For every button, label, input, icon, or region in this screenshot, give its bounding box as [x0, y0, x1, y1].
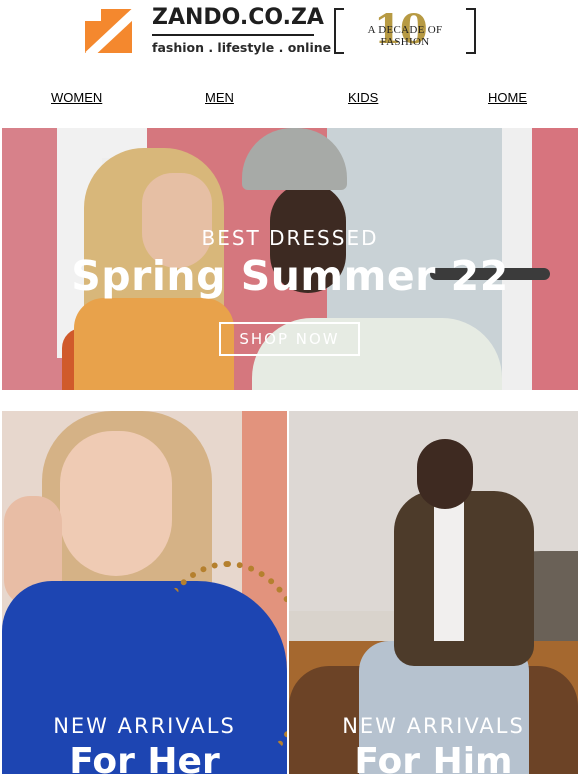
- email-header: ZANDO.CO.ZA fashion . lifestyle . online…: [0, 0, 580, 70]
- nav-item-kids[interactable]: KIDS: [348, 90, 378, 105]
- new-arrivals-her-tile[interactable]: NEW ARRIVALS For Her: [2, 411, 287, 774]
- hero-banner[interactable]: BEST DRESSED Spring Summer 22 SHOP NOW: [2, 128, 578, 390]
- badge-bracket-right: [466, 8, 476, 54]
- shop-now-button[interactable]: SHOP NOW: [219, 322, 360, 356]
- model-woman-top: [74, 298, 234, 390]
- category-nav: WOMEN MEN KIDS HOME: [0, 90, 580, 108]
- model-him-shirt: [434, 501, 464, 641]
- nav-item-home[interactable]: HOME: [488, 90, 527, 105]
- decade-of-fashion-badge: 10 A DECADE OF FASHION: [334, 6, 476, 54]
- brand-name[interactable]: ZANDO.CO.ZA: [152, 5, 324, 30]
- tile-her-subtitle: NEW ARRIVALS: [53, 714, 236, 738]
- nav-item-women[interactable]: WOMEN: [51, 90, 102, 105]
- hero-title: Spring Summer 22: [71, 252, 509, 300]
- brand-tagline: fashion . lifestyle . online: [152, 40, 332, 55]
- hero-subtitle: BEST DRESSED: [201, 226, 379, 250]
- model-him-jacket: [394, 491, 534, 666]
- tile-him-subtitle: NEW ARRIVALS: [342, 714, 525, 738]
- model-him-head: [417, 439, 473, 509]
- logo-notch: [85, 9, 101, 21]
- zando-logo-icon[interactable]: [85, 9, 132, 53]
- tile-her-title: For Her: [69, 741, 220, 774]
- nav-item-men[interactable]: MEN: [205, 90, 234, 105]
- brand-divider: [152, 34, 314, 36]
- new-arrivals-him-tile[interactable]: NEW ARRIVALS For Him: [289, 411, 578, 774]
- model-her-face: [60, 431, 172, 576]
- tile-him-title: For Him: [354, 741, 513, 774]
- badge-text: A DECADE OF FASHION: [367, 24, 443, 48]
